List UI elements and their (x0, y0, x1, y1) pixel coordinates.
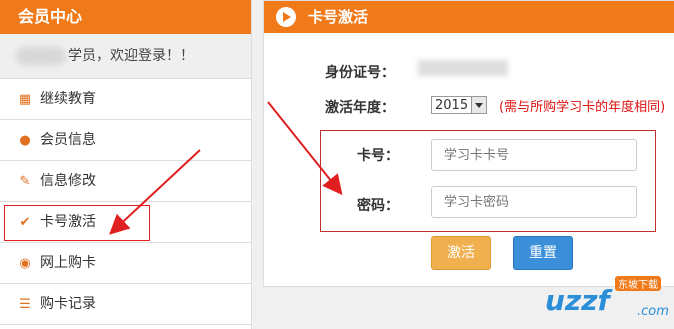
arrow-to-sidebar (109, 149, 201, 235)
watermark-suffix: .com (637, 304, 669, 319)
watermark-logo: uzzf .com 东坡下载 (505, 272, 670, 326)
watermark-text: uzzf (545, 284, 610, 317)
arrow-to-form (267, 101, 343, 196)
watermark-tag: 东坡下载 (615, 276, 661, 291)
